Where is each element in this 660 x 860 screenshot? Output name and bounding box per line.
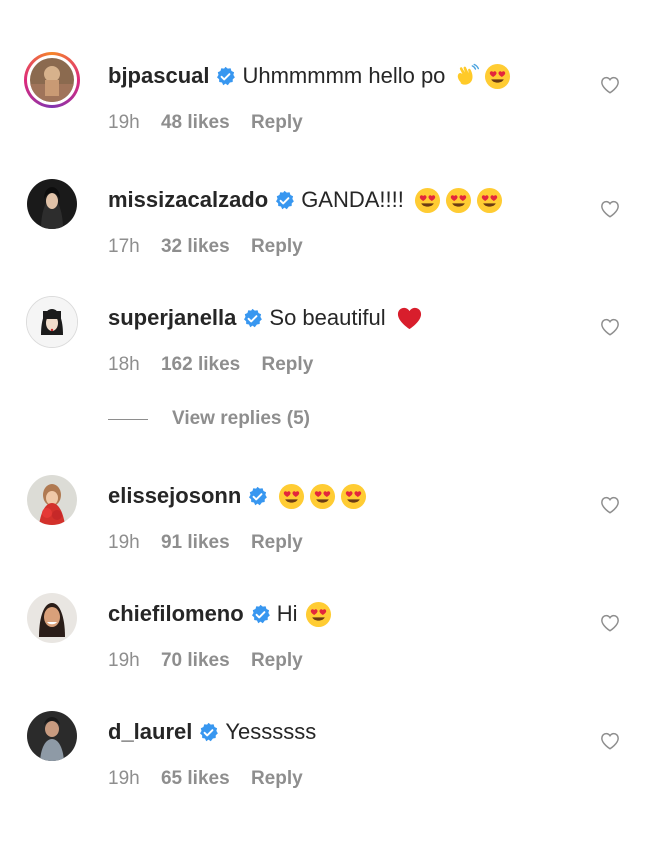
heart-outline-icon[interactable]	[600, 732, 620, 750]
heart-eyes-icon	[310, 483, 336, 509]
likes-count[interactable]: 162 likes	[161, 354, 240, 375]
heart-eyes-icon	[306, 601, 332, 627]
heart-eyes-icon	[476, 187, 502, 213]
heart-outline-icon[interactable]	[600, 496, 620, 514]
username[interactable]: missizacalzado	[108, 186, 268, 214]
username[interactable]: chiefilomeno	[108, 600, 244, 628]
waving-hand-icon	[458, 63, 480, 85]
avatar-wrapper[interactable]	[24, 294, 80, 350]
heart-outline-icon[interactable]	[600, 318, 620, 336]
comment-text: Yessssss	[225, 719, 317, 744]
timestamp: 18h	[108, 354, 140, 375]
comment-meta: 19h 65 likes Reply	[108, 768, 319, 790]
timestamp: 19h	[108, 532, 140, 553]
timestamp: 19h	[108, 768, 140, 789]
verified-badge-icon	[251, 604, 270, 623]
reply-button[interactable]: Reply	[251, 532, 303, 553]
verified-badge-icon	[217, 66, 236, 85]
username[interactable]: d_laurel	[108, 718, 192, 746]
avatar-wrapper[interactable]	[24, 708, 80, 764]
reply-button[interactable]: Reply	[251, 768, 303, 789]
username[interactable]: elissejosonn	[108, 482, 241, 510]
verified-badge-icon	[276, 190, 295, 209]
verified-badge-icon	[249, 486, 268, 505]
verified-badge-icon	[244, 308, 263, 327]
comment-item: d_laurel Yessssss 19h 65 likes Reply	[0, 708, 660, 818]
comment-meta: 18h 162 likes Reply	[108, 354, 329, 376]
verified-badge-icon	[200, 722, 219, 741]
avatar	[27, 593, 77, 643]
comment-item: bjpascual Uhmmmmm hello po 19h 48 likes …	[0, 52, 660, 162]
comment-meta: 19h 48 likes Reply	[108, 112, 319, 134]
comment-text: So beautiful	[269, 305, 386, 330]
comment-item: elissejosonn 19h 91 likes Reply	[0, 472, 660, 582]
comment-text: Uhmmmmm hello po	[242, 63, 446, 88]
reply-button[interactable]: Reply	[251, 650, 303, 671]
timestamp: 17h	[108, 236, 140, 257]
avatar	[26, 296, 78, 348]
heart-eyes-icon	[414, 187, 440, 213]
avatar	[27, 711, 77, 761]
avatar-wrapper[interactable]	[24, 590, 80, 646]
likes-count[interactable]: 32 likes	[161, 236, 230, 257]
heart-eyes-icon	[341, 483, 367, 509]
heart-eyes-icon	[279, 483, 305, 509]
comment-item: missizacalzado GANDA!!!! 17h 32 likes Re…	[0, 176, 660, 286]
comment-item: superjanella So beautiful 18h 162 likes …	[0, 294, 660, 404]
comment-text: Hi	[276, 601, 298, 626]
comment-item: chiefilomeno Hi 19h 70 likes Reply	[0, 590, 660, 700]
comment-meta: 19h 70 likes Reply	[108, 650, 319, 672]
timestamp: 19h	[108, 112, 140, 133]
heart-outline-icon[interactable]	[600, 200, 620, 218]
username[interactable]: bjpascual	[108, 62, 209, 90]
comment-text: GANDA!!!!	[301, 187, 404, 212]
reply-button[interactable]: Reply	[262, 354, 314, 375]
comment-meta: 19h 91 likes Reply	[108, 532, 319, 554]
view-replies-label: View replies (5)	[172, 408, 310, 429]
avatar-wrapper[interactable]	[24, 472, 80, 528]
reply-button[interactable]: Reply	[251, 236, 303, 257]
heart-outline-icon[interactable]	[600, 76, 620, 94]
likes-count[interactable]: 91 likes	[161, 532, 230, 553]
username[interactable]: superjanella	[108, 304, 236, 332]
avatar	[30, 58, 74, 102]
heart-eyes-icon	[445, 187, 471, 213]
heart-eyes-icon	[485, 63, 511, 89]
red-heart-icon	[397, 307, 421, 329]
divider-line	[108, 418, 148, 420]
avatar	[27, 179, 77, 229]
heart-outline-icon[interactable]	[600, 614, 620, 632]
likes-count[interactable]: 70 likes	[161, 650, 230, 671]
avatar-story-ring[interactable]	[24, 52, 80, 108]
timestamp: 19h	[108, 650, 140, 671]
comment-meta: 17h 32 likes Reply	[108, 236, 319, 258]
avatar-wrapper[interactable]	[24, 176, 80, 232]
avatar	[27, 475, 77, 525]
reply-button[interactable]: Reply	[251, 112, 303, 133]
likes-count[interactable]: 48 likes	[161, 112, 230, 133]
view-replies-button[interactable]: View replies (5)	[108, 408, 310, 430]
likes-count[interactable]: 65 likes	[161, 768, 230, 789]
